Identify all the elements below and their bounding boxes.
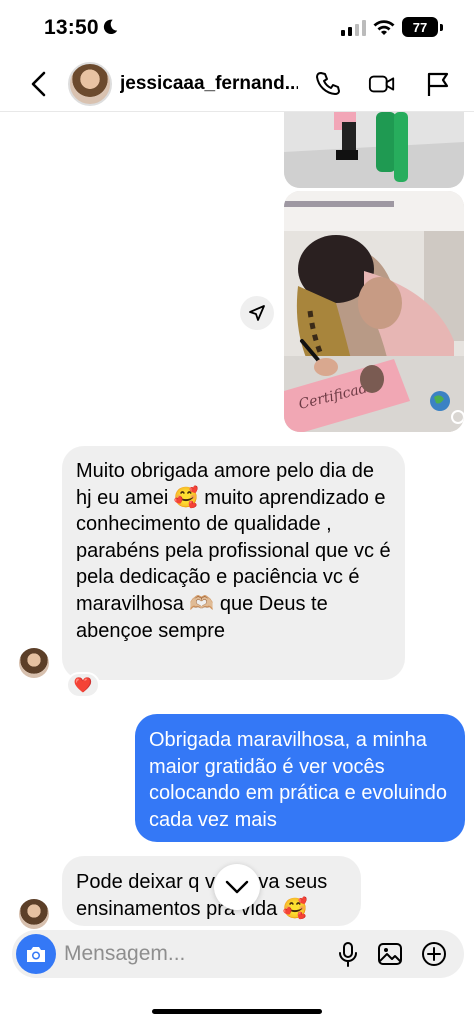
- scroll-to-bottom-button[interactable]: [214, 864, 260, 910]
- message-outgoing[interactable]: Obrigada maravilhosa, a minha maior grat…: [135, 714, 465, 842]
- home-indicator[interactable]: [152, 1009, 322, 1014]
- status-time: 13:50: [44, 16, 99, 39]
- camera-button[interactable]: [16, 934, 56, 974]
- gallery-icon[interactable]: [376, 940, 404, 968]
- battery-indicator: 77: [402, 17, 438, 37]
- add-icon[interactable]: [420, 940, 448, 968]
- photo-certificate-illustration: Certificado: [284, 191, 464, 432]
- share-button[interactable]: [240, 296, 274, 330]
- message-input[interactable]: [64, 936, 324, 972]
- shared-photo-top[interactable]: [284, 112, 464, 188]
- chevron-down-icon: [225, 880, 249, 894]
- chat-header: jessicaaa_fernand...: [0, 56, 474, 112]
- message-composer: [12, 930, 464, 978]
- share-icon: [249, 305, 265, 321]
- moon-icon: [103, 19, 118, 35]
- photo-legs-illustration: [284, 112, 464, 188]
- microphone-icon[interactable]: [334, 940, 362, 968]
- battery-level: 77: [412, 19, 428, 35]
- battery-cap: [440, 24, 443, 31]
- back-icon[interactable]: [28, 70, 50, 98]
- sender-avatar[interactable]: [19, 899, 49, 929]
- contact-username[interactable]: jessicaaa_fernand...: [120, 73, 298, 95]
- camera-icon: [27, 947, 45, 962]
- reaction-badge[interactable]: ❤️: [66, 672, 100, 698]
- sender-avatar[interactable]: [19, 648, 49, 678]
- phone-icon[interactable]: [314, 70, 342, 98]
- wifi-icon: [373, 20, 395, 35]
- message-incoming[interactable]: Pode deixar q vou leva seus ensinamentos…: [62, 856, 361, 926]
- message-incoming[interactable]: Muito obrigada amore pelo dia de hj eu a…: [62, 446, 405, 680]
- video-icon[interactable]: [368, 70, 396, 98]
- flag-icon[interactable]: [424, 70, 452, 98]
- contact-avatar[interactable]: [68, 62, 112, 106]
- signal-icon: [341, 20, 366, 36]
- shared-photo-certificate[interactable]: Certificado: [284, 191, 464, 432]
- heart-reaction: ❤️: [73, 677, 93, 694]
- status-bar: 13:50 77: [0, 0, 474, 56]
